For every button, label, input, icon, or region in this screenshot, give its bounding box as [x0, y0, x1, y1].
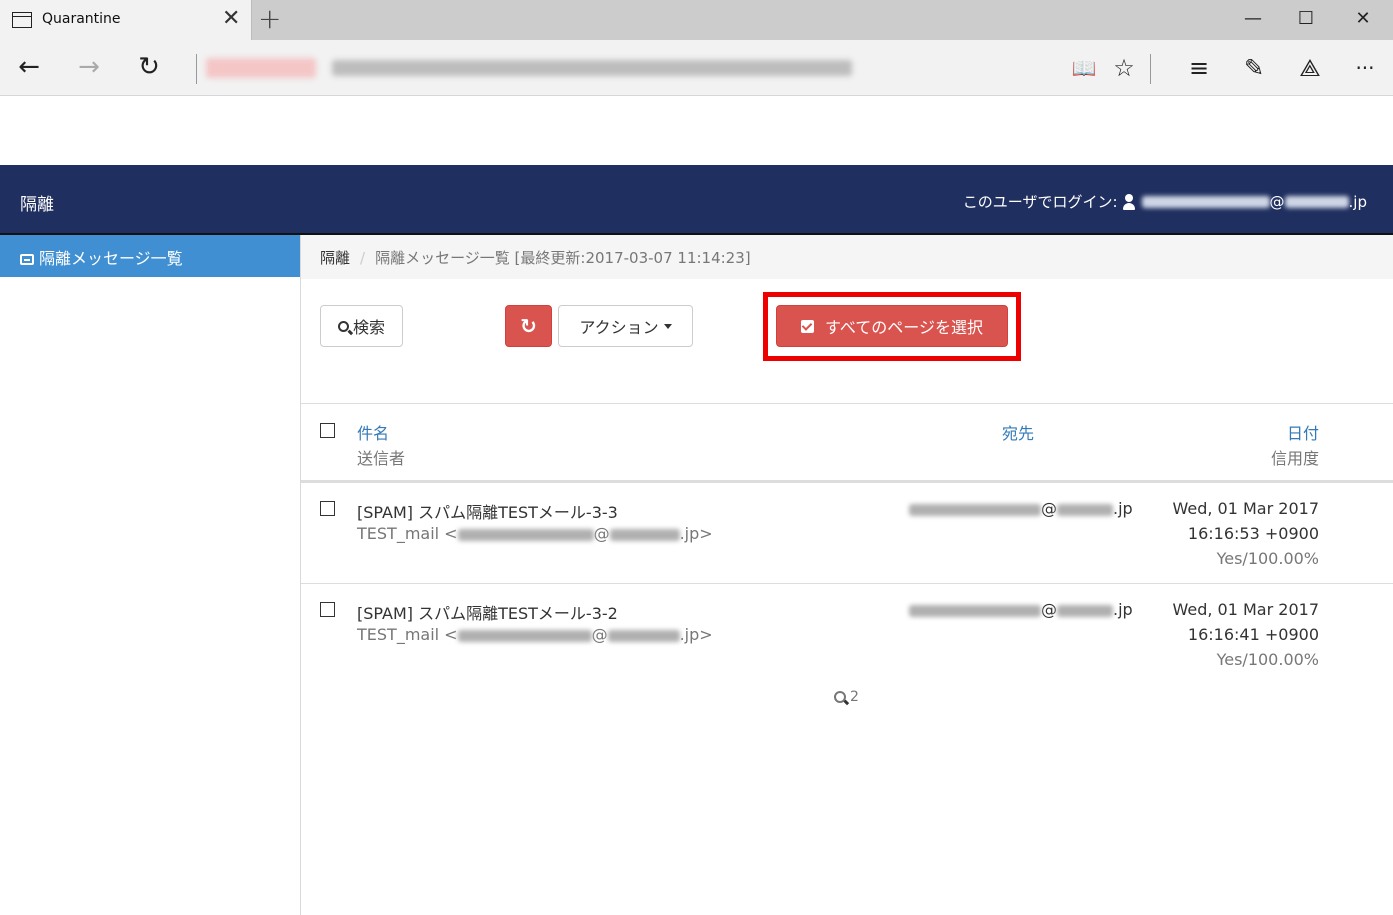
row-subject[interactable]: [SPAM] スパム隔離TESTメール-3-2 — [357, 600, 618, 624]
breadcrumb: 隔離 / 隔離メッセージ一覧 [最終更新:2017-03-07 11:14:23] — [301, 235, 1393, 279]
refresh-list-button[interactable]: ↻ — [505, 305, 552, 347]
browser-tab[interactable]: Quarantine ✕ — [0, 0, 252, 40]
maximize-button[interactable]: ☐ — [1283, 6, 1329, 32]
hub-icon[interactable]: ≡ — [1179, 52, 1219, 84]
column-header-recipient[interactable]: 宛先 — [1002, 420, 1034, 444]
login-email-redacted — [1141, 195, 1270, 208]
back-button[interactable]: ← — [9, 50, 49, 84]
row-recipient-suffix: .jp — [1113, 600, 1133, 619]
main-content: 隔離 / 隔離メッセージ一覧 [最終更新:2017-03-07 11:14:23] … — [301, 235, 1393, 915]
sender-address-redacted — [457, 528, 594, 541]
sidebar-item-label: 隔離メッセージ一覧 — [39, 249, 183, 268]
action-dropdown-button[interactable]: アクション — [558, 305, 693, 347]
inbox-icon — [20, 254, 34, 265]
recipient-domain-redacted — [1057, 503, 1113, 516]
more-icon[interactable]: ··· — [1345, 52, 1385, 84]
row-time: 16:16:53 +0900 — [1187, 524, 1319, 543]
minimize-button[interactable]: — — [1230, 6, 1276, 32]
address-bar[interactable] — [206, 56, 1026, 82]
breadcrumb-separator: / — [360, 249, 366, 267]
row-divider — [301, 583, 1393, 584]
login-email-suffix: .jp — [1348, 192, 1367, 211]
checkbox-checked-icon — [801, 319, 815, 333]
sender-domain-redacted — [607, 629, 680, 642]
sidebar: 隔離メッセージ一覧 — [0, 235, 301, 915]
share-icon[interactable]: ⟁ — [1290, 52, 1330, 84]
login-info: このユーザでログイン: @ .jp — [963, 191, 1367, 212]
select-all-pages-button[interactable]: すべてのページを選択 — [776, 305, 1008, 347]
address-url-redacted — [332, 60, 852, 76]
recipient-address-redacted — [909, 503, 1041, 516]
tab-page-icon — [12, 12, 32, 28]
row-date: Wed, 01 Mar 2017 — [1172, 600, 1320, 619]
row-recipient: @ .jp — [909, 499, 1133, 518]
table-top-border — [301, 403, 1393, 404]
tab-close-icon[interactable]: ✕ — [222, 7, 240, 31]
row-sender-suffix: .jp> — [679, 625, 713, 644]
search-count-icon — [834, 691, 846, 703]
row-sender-at: @ — [593, 524, 610, 543]
row-checkbox[interactable] — [320, 501, 335, 516]
close-window-button[interactable]: ✕ — [1340, 6, 1386, 32]
row-sender-at: @ — [591, 625, 608, 644]
column-header-date[interactable]: 日付 — [1287, 420, 1319, 444]
row-sender-name: TEST_mail < — [357, 625, 458, 644]
row-sender-name: TEST_mail < — [357, 524, 458, 543]
column-header-reliability: 信用度 — [1270, 449, 1319, 468]
reading-view-icon[interactable]: 📖 — [1064, 52, 1104, 84]
result-count-value: 2 — [850, 689, 859, 705]
user-icon — [1122, 193, 1136, 210]
refresh-icon: ↻ — [520, 314, 537, 338]
recipient-address-redacted — [909, 604, 1041, 617]
login-label: このユーザでログイン: — [962, 193, 1118, 211]
login-email-at: @ — [1269, 192, 1285, 211]
app-title[interactable]: 隔離 — [20, 190, 54, 215]
sender-address-redacted — [457, 629, 592, 642]
column-header-subject[interactable]: 件名 — [357, 420, 389, 444]
breadcrumb-root[interactable]: 隔離 — [320, 249, 350, 267]
favorite-star-icon[interactable]: ☆ — [1104, 52, 1144, 84]
row-subject[interactable]: [SPAM] スパム隔離TESTメール-3-3 — [357, 499, 618, 523]
select-all-checkbox[interactable] — [320, 423, 335, 438]
row-sender-suffix: .jp> — [679, 524, 713, 543]
row-reliability: Yes/100.00% — [1216, 549, 1319, 568]
tab-title: Quarantine — [42, 11, 121, 27]
new-tab-button[interactable]: + — [258, 4, 281, 34]
row-reliability: Yes/100.00% — [1216, 650, 1319, 669]
title-bar: Quarantine ✕ + — ☐ ✕ — [0, 0, 1393, 40]
sender-domain-redacted — [609, 528, 680, 541]
refresh-button[interactable]: ↻ — [129, 50, 169, 84]
row-recipient-at: @ — [1041, 499, 1057, 518]
toolbar-separator — [1150, 54, 1151, 84]
breadcrumb-current: 隔離メッセージ一覧 [最終更新:2017-03-07 11:14:23] — [375, 249, 751, 267]
login-domain-redacted — [1284, 195, 1349, 208]
web-note-icon[interactable]: ✎ — [1234, 52, 1274, 84]
row-date: Wed, 01 Mar 2017 — [1172, 499, 1320, 518]
search-button-label: 検索 — [352, 318, 385, 337]
address-separator — [196, 54, 197, 84]
row-recipient-at: @ — [1041, 600, 1057, 619]
select-all-pages-label: すべてのページを選択 — [825, 318, 983, 337]
sidebar-item-quarantine-messages[interactable]: 隔離メッセージ一覧 — [0, 235, 300, 277]
browser-navbar: ← → ↻ 📖 ☆ ≡ ✎ ⟁ ··· — [0, 40, 1393, 96]
row-time: 16:16:41 +0900 — [1187, 625, 1319, 644]
certificate-warning-badge[interactable] — [206, 58, 316, 78]
row-recipient-suffix: .jp — [1113, 499, 1133, 518]
action-button-label: アクション — [579, 318, 659, 337]
row-checkbox[interactable] — [320, 602, 335, 617]
row-sender: TEST_mail < @ .jp> — [357, 625, 713, 644]
table-header-border — [301, 480, 1393, 483]
app-header: 隔離 このユーザでログイン: @ .jp — [0, 165, 1393, 235]
search-icon — [337, 320, 349, 332]
search-button[interactable]: 検索 — [320, 305, 403, 347]
chevron-down-icon — [663, 323, 672, 329]
forward-button[interactable]: → — [69, 50, 109, 84]
recipient-domain-redacted — [1057, 604, 1113, 617]
row-sender: TEST_mail < @ .jp> — [357, 524, 713, 543]
result-count: 2 — [834, 689, 859, 705]
row-recipient: @ .jp — [909, 600, 1133, 619]
column-header-sender: 送信者 — [357, 449, 406, 468]
